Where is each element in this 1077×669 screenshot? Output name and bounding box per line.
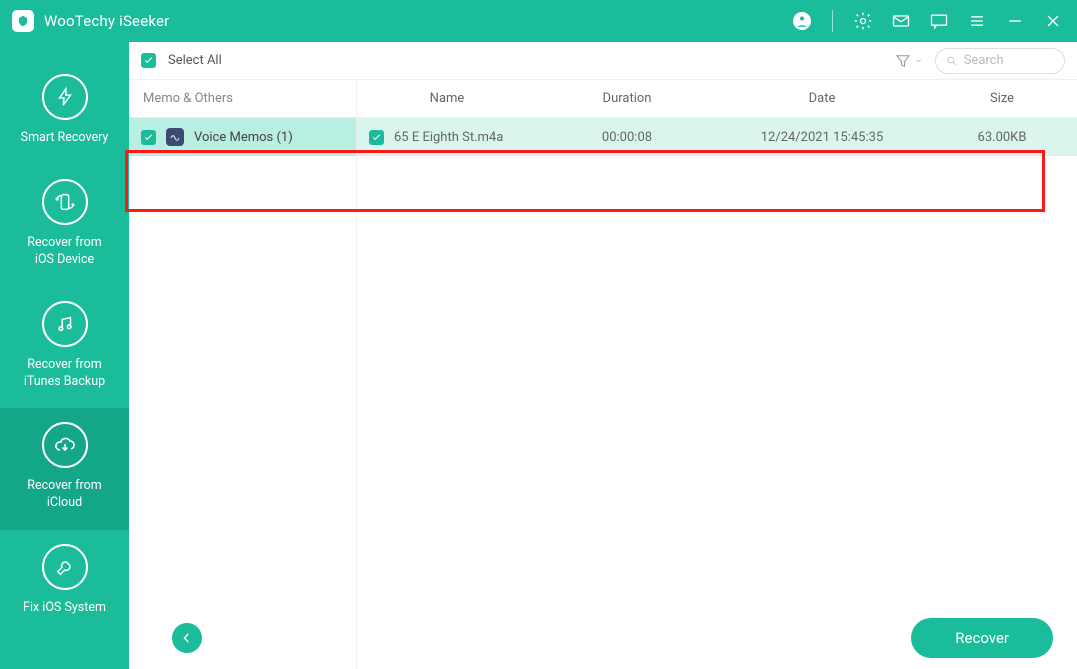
cell-duration: 00:00:08 <box>537 130 717 145</box>
column-date[interactable]: Date <box>717 91 927 106</box>
select-all-checkbox[interactable] <box>141 53 156 68</box>
titlebar-actions <box>792 10 1063 32</box>
column-size[interactable]: Size <box>927 91 1077 106</box>
select-all-label: Select All <box>168 53 222 68</box>
sidebar-item-itunes-backup[interactable]: Recover from iTunes Backup <box>0 287 129 409</box>
wrench-icon <box>42 544 88 590</box>
sidebar-item-icloud[interactable]: Recover from iCloud <box>0 408 129 530</box>
user-icon[interactable] <box>792 11 812 31</box>
cloud-download-icon <box>42 422 88 468</box>
feedback-icon[interactable] <box>929 11 949 31</box>
sidebar-item-label: Fix iOS System <box>23 600 106 617</box>
titlebar-divider <box>832 10 833 32</box>
phone-refresh-icon <box>42 179 88 225</box>
sidebar-item-ios-device[interactable]: Recover from iOS Device <box>0 165 129 287</box>
type-panel: Memo & Others Voice Memos (1) <box>129 80 357 669</box>
section-header: Memo & Others <box>129 80 356 118</box>
sidebar: Smart Recovery Recover from iOS Device R… <box>0 42 129 669</box>
column-duration[interactable]: Duration <box>537 91 717 106</box>
sidebar-item-label: Recover from iTunes Backup <box>24 357 105 391</box>
settings-icon[interactable] <box>853 11 873 31</box>
filter-icon[interactable] <box>894 52 923 70</box>
main-area: Select All Memo & Others <box>129 42 1077 669</box>
search-input[interactable] <box>964 53 1054 68</box>
search-box[interactable] <box>935 48 1065 74</box>
table-row[interactable]: 65 E Eighth St.m4a 00:00:08 12/24/2021 1… <box>357 118 1077 156</box>
type-label: Voice Memos (1) <box>194 130 293 145</box>
lightning-icon <box>42 74 88 120</box>
music-note-icon <box>42 301 88 347</box>
close-icon[interactable] <box>1043 11 1063 31</box>
column-header-row: Name Duration Date Size <box>357 80 1077 118</box>
minimize-icon[interactable] <box>1005 11 1025 31</box>
voice-memo-icon <box>166 128 184 146</box>
back-button[interactable] <box>172 623 202 653</box>
titlebar: WooTechy iSeeker <box>0 0 1077 42</box>
sidebar-item-smart-recovery[interactable]: Smart Recovery <box>0 60 129 165</box>
sidebar-item-label: Smart Recovery <box>21 130 109 147</box>
sidebar-item-fix-ios[interactable]: Fix iOS System <box>0 530 129 635</box>
recover-button[interactable]: Recover <box>911 618 1053 658</box>
mail-icon[interactable] <box>891 11 911 31</box>
toolbar: Select All <box>129 42 1077 80</box>
cell-name: 65 E Eighth St.m4a <box>394 130 503 145</box>
row-checkbox[interactable] <box>369 130 384 145</box>
cell-date: 12/24/2021 15:45:35 <box>717 130 927 145</box>
type-checkbox[interactable] <box>141 130 156 145</box>
footer: Recover <box>148 607 1077 669</box>
column-name[interactable]: Name <box>357 91 537 106</box>
sidebar-item-label: Recover from iOS Device <box>27 235 101 269</box>
menu-icon[interactable] <box>967 11 987 31</box>
sidebar-item-label: Recover from iCloud <box>27 478 101 512</box>
cell-size: 63.00KB <box>927 130 1077 145</box>
app-logo <box>12 10 34 32</box>
app-title: WooTechy iSeeker <box>44 12 169 30</box>
type-row-voice-memos[interactable]: Voice Memos (1) <box>129 118 356 156</box>
file-table: Name Duration Date Size 65 E Eighth St.m… <box>357 80 1077 669</box>
content-area: Memo & Others Voice Memos (1) Name Durat… <box>129 80 1077 669</box>
